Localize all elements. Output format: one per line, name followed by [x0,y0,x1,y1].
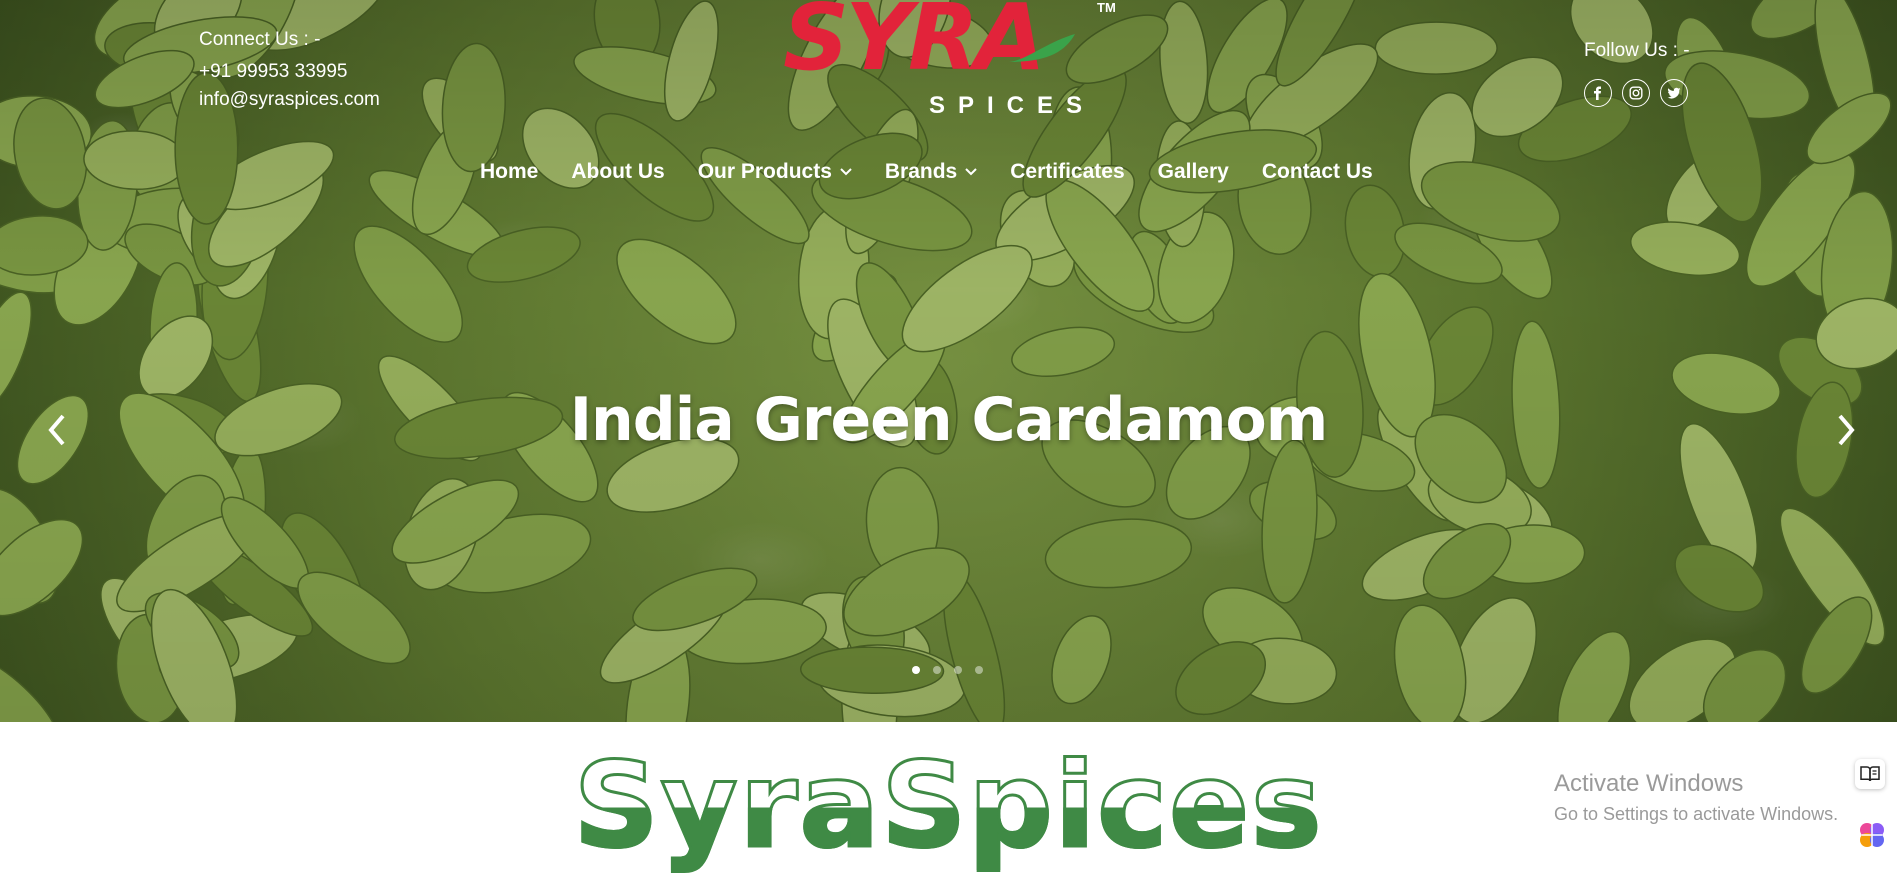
reader-mode-button[interactable] [1855,759,1885,789]
nav-brands[interactable]: Brands [885,160,977,184]
instagram-link[interactable] [1622,79,1650,107]
watermark-title: Activate Windows [1554,770,1744,797]
chevron-right-icon [1838,414,1855,446]
email-link[interactable]: info@syraspices.com [199,86,380,114]
nav-our-products[interactable]: Our Products [698,160,852,184]
logo-wordmark: SYRA [783,0,1046,91]
nav-home[interactable]: Home [480,160,538,184]
nav-label: Certificates [1010,160,1125,183]
twitter-icon [1667,87,1681,99]
nav-label: Brands [884,160,958,183]
nav-label: Our Products [697,160,832,183]
slider-prev-button[interactable] [43,413,73,447]
main-nav: Home About Us Our Products Brands Certif… [480,160,1373,184]
nav-label: About Us [571,160,665,183]
trademark-mark: TM [1097,0,1116,15]
twitter-link[interactable] [1660,79,1688,107]
connect-label: Connect Us : - [199,29,321,50]
slider-next-button[interactable] [1830,413,1860,447]
brain-icon [1860,823,1884,847]
facebook-link[interactable] [1584,79,1612,107]
chevron-left-icon [48,414,65,446]
slider-dot[interactable] [975,666,983,674]
chevron-down-icon [840,168,852,176]
leaf-icon [1009,34,1075,62]
slider-dot[interactable] [954,666,962,674]
book-icon [1860,766,1880,782]
nav-label: Contact Us [1261,160,1373,183]
slider-dot[interactable] [933,666,941,674]
site-logo[interactable]: SYRA TM SPICES [775,0,1125,120]
logo-subtitle: SPICES [929,92,1096,119]
ai-assistant-button[interactable] [1855,818,1889,852]
windows-activation-watermark: Activate Windows Go to Settings to activ… [1554,770,1838,825]
social-links [1584,79,1688,107]
chevron-down-icon [965,168,977,176]
nav-contact-us[interactable]: Contact Us [1262,160,1373,184]
slider-pagination [912,666,983,674]
hero-slider: Connect Us : - +91 99953 33995 info@syra… [0,0,1897,722]
nav-gallery[interactable]: Gallery [1158,160,1229,184]
nav-certificates[interactable]: Certificates [1010,160,1124,184]
contact-info: Connect Us : - +91 99953 33995 info@syra… [199,26,380,114]
follow-label: Follow Us : - [1584,40,1690,61]
nav-label: Gallery [1157,160,1229,183]
phone-link[interactable]: +91 99953 33995 [199,58,380,86]
nav-about-us[interactable]: About Us [571,160,664,184]
slider-dot[interactable] [912,666,920,674]
watermark-subtitle: Go to Settings to activate Windows. [1554,804,1839,824]
nav-label: Home [480,160,539,183]
slide-title: India Green Cardamom [569,385,1329,455]
facebook-icon [1594,86,1601,100]
instagram-icon [1629,86,1643,100]
